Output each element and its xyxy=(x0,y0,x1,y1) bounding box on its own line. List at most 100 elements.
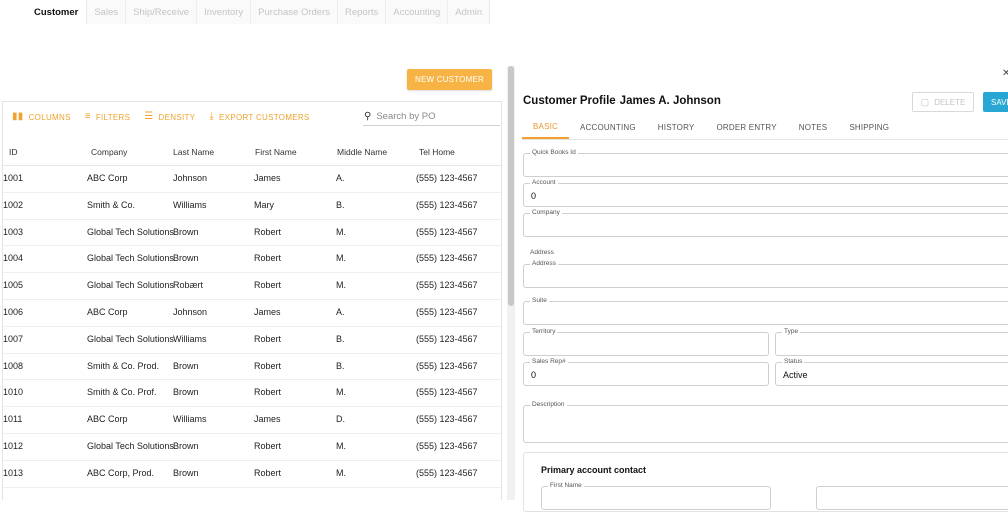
address-section-label: Address xyxy=(530,249,554,256)
cell-last-name: Johnson xyxy=(173,306,208,317)
cell-middle-name: B. xyxy=(336,199,345,210)
cell-id: 1005 xyxy=(3,280,24,291)
quickbooks-id-field[interactable]: Quick Books Id xyxy=(523,149,1008,177)
density-button[interactable]: ☰ DENSITY xyxy=(144,112,195,122)
density-label: DENSITY xyxy=(158,112,196,122)
column-header-middle-name[interactable]: Middle Name xyxy=(337,147,387,157)
cell-last-name: Brown xyxy=(173,253,199,264)
cell-first-name: James xyxy=(254,414,281,425)
last-name-field[interactable] xyxy=(816,486,1008,510)
account-field[interactable]: Account 0 xyxy=(523,179,1008,207)
filter-icon: ≡ xyxy=(84,111,91,122)
cell-last-name: Robært xyxy=(173,280,204,291)
nav-tab-inventory[interactable]: Inventory xyxy=(197,0,252,24)
cell-company: Global Tech Solutions xyxy=(87,333,174,344)
nav-tab-accounting[interactable]: Accounting xyxy=(386,0,449,24)
tab-notes[interactable]: NOTES xyxy=(788,115,839,139)
cell-first-name: Robert xyxy=(254,360,282,371)
tab-basic[interactable]: BASIC xyxy=(522,115,570,139)
cell-first-name: Robert xyxy=(254,467,282,478)
nav-tab-customer[interactable]: Customer xyxy=(26,0,88,24)
column-header-id[interactable]: ID xyxy=(9,147,18,157)
cell-last-name: Williams xyxy=(173,414,207,425)
table-row[interactable]: 1002 Smith & Co. Williams Mary B. (555) 123-4… xyxy=(3,193,501,220)
nav-tab-sales[interactable]: Sales xyxy=(87,0,127,24)
table-row[interactable]: 1013 ABC Corp, Prod. Brown Robert M. (555) 12… xyxy=(3,461,501,488)
column-header-company[interactable]: Company xyxy=(91,147,127,157)
first-name-field[interactable]: First Name xyxy=(541,482,771,510)
type-select[interactable]: Type xyxy=(775,328,1008,356)
cell-middle-name: B. xyxy=(336,333,345,344)
sales-rep-field[interactable]: Sales Rep# 0 xyxy=(523,358,769,386)
export-button[interactable]: ⤓ EXPORT CUSTOMERS xyxy=(209,112,309,122)
search-icon: ⚲ xyxy=(364,111,372,122)
tab-history[interactable]: HISTORY xyxy=(647,115,706,139)
tab-accounting[interactable]: ACCOUNTING xyxy=(569,115,647,139)
description-field[interactable]: Description xyxy=(523,401,1008,443)
address-field[interactable]: Address xyxy=(523,260,1008,288)
delete-label: DELETE xyxy=(934,97,966,107)
columns-icon: ▮▮ xyxy=(12,111,24,122)
cell-middle-name: A. xyxy=(336,173,345,183)
table-row[interactable]: 1001 ABC Corp Johnson James A. (555) 123-4567 xyxy=(3,166,501,193)
cell-id: 1008 xyxy=(3,360,24,371)
cell-first-name: Mary xyxy=(254,199,274,210)
territory-field[interactable]: Territory xyxy=(523,328,769,356)
column-header-first-name[interactable]: First Name xyxy=(255,147,297,157)
search-input[interactable]: ⚲ Search by PO xyxy=(363,108,500,126)
type-label: Type xyxy=(782,328,801,335)
cell-last-name: Brown xyxy=(173,360,199,371)
cell-tel-home: (555) 123-4567 xyxy=(416,306,478,317)
cell-first-name: Robert xyxy=(254,440,282,451)
nav-tab-ship-receive[interactable]: Ship/Receive xyxy=(126,0,198,24)
grid-body: 1001 ABC Corp Johnson James A. (555) 123-4567… xyxy=(3,166,501,488)
nav-tab-reports[interactable]: Reports xyxy=(337,0,387,24)
account-label: Account xyxy=(530,179,558,186)
cell-company: Global Tech Solutions xyxy=(87,226,174,237)
status-label: Status xyxy=(782,358,805,365)
cell-tel-home: (555) 123-4567 xyxy=(416,414,478,425)
close-icon[interactable]: ✕ xyxy=(1002,68,1008,79)
nav-tab-purchase-orders[interactable]: Purchase Orders xyxy=(251,0,338,24)
cell-company: ABC Corp xyxy=(87,414,128,425)
table-row[interactable]: 1003 Global Tech Solutions Brown Robert M. (5… xyxy=(3,220,501,247)
table-row[interactable]: 1005 Global Tech Solutions Robært Robert M. (… xyxy=(3,273,501,300)
cell-last-name: Williams xyxy=(173,199,207,210)
cell-id: 1011 xyxy=(3,414,23,425)
cell-first-name: Robert xyxy=(254,253,282,264)
column-header-tel-home[interactable]: Tel Home xyxy=(419,147,455,157)
status-value: Active xyxy=(783,370,808,380)
grid-header-row: ID Company Last Name First Name Middle N… xyxy=(3,138,501,166)
company-field[interactable]: Company xyxy=(523,209,1008,237)
table-row[interactable]: 1012 Global Tech Solutions Brown Robert M. (5… xyxy=(3,434,501,461)
tab-shipping[interactable]: SHIPPING xyxy=(838,115,900,139)
table-row[interactable]: 1010 Smith & Co. Prof. Brown Robert M. (555) … xyxy=(3,380,501,408)
table-row[interactable]: 1006 ABC Corp Johnson James A. (555) 123-4567 xyxy=(3,300,501,327)
cell-last-name: Brown xyxy=(173,467,199,478)
nav-tab-admin[interactable]: Admin xyxy=(448,0,491,24)
scrollbar-thumb[interactable] xyxy=(508,66,514,306)
tab-order-entry[interactable]: ORDER ENTRY xyxy=(705,115,787,139)
status-select[interactable]: Status Active xyxy=(775,358,1008,386)
suite-field[interactable]: Suite xyxy=(523,297,1008,325)
cell-tel-home: (555) 123-4567 xyxy=(416,440,478,451)
table-row[interactable]: 1011 ABC Corp Williams James D. (555) 123-456… xyxy=(3,407,501,434)
cell-middle-name: M. xyxy=(336,467,346,478)
column-header-last-name[interactable]: Last Name xyxy=(173,147,214,157)
delete-button[interactable]: ▢ DELETE xyxy=(912,92,974,112)
table-row[interactable]: 1007 Global Tech Solutions Williams Robert B… xyxy=(3,327,501,354)
main-nav: Customer Sales Ship/Receive Inventory Pu… xyxy=(0,0,1008,24)
trash-icon: ▢ xyxy=(920,96,930,107)
cell-tel-home: (555) 123-4567 xyxy=(416,253,478,264)
cell-id: 1003 xyxy=(3,226,24,237)
cell-tel-home: (555) 123-4567 xyxy=(416,199,478,210)
save-button[interactable]: SAVE xyxy=(983,92,1008,112)
table-row[interactable]: 1008 Smith & Co. Prod. Brown Robert B. (555) … xyxy=(3,354,501,381)
address-label: Address xyxy=(530,260,558,267)
table-row[interactable]: 1004 Global Tech Solutions Brown Robert M. (5… xyxy=(3,246,501,274)
new-customer-button[interactable]: NEW CUSTOMER xyxy=(407,69,492,90)
cell-id: 1010 xyxy=(3,387,24,398)
panel-scrollbar[interactable] xyxy=(507,66,515,500)
columns-button[interactable]: ▮▮ COLUMNS xyxy=(12,112,71,122)
filters-button[interactable]: ≡ FILTERS xyxy=(85,112,131,122)
